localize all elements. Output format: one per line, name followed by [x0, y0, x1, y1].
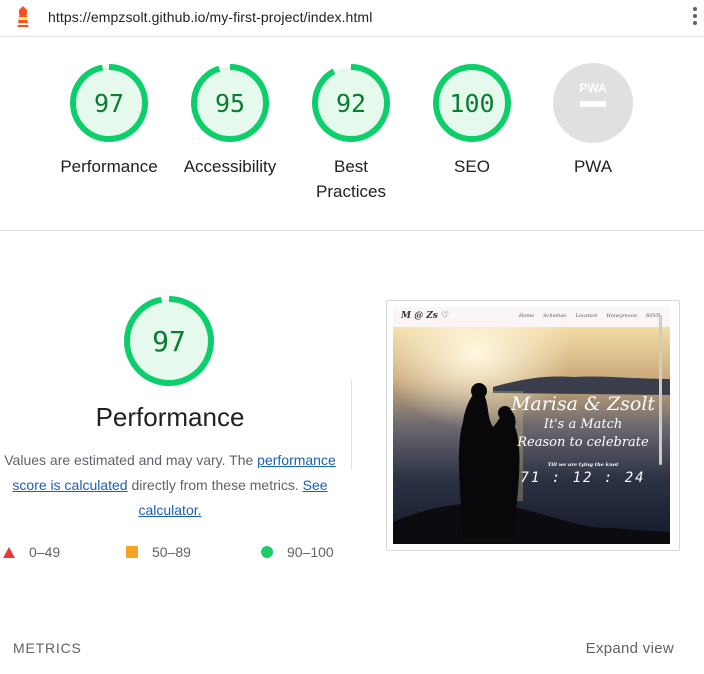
site-countdown: 71 : 12 : 24 — [520, 470, 646, 486]
best-practices-score-value: 92 — [336, 89, 366, 118]
seo-gauge-ring: 100 — [433, 64, 511, 142]
site-nav-location: Location — [575, 313, 598, 319]
site-navbar: M @ Zs ♡ Home Schedule Location Honeymoon RS… — [393, 307, 670, 327]
expand-view-toggle[interactable]: Expand view — [586, 640, 674, 657]
section-divider — [0, 230, 704, 231]
legend-fail: 0–49 — [3, 544, 60, 560]
pwa-badge-text: PWA — [579, 81, 607, 95]
final-screenshot[interactable]: M @ Zs ♡ Home Schedule Location Honeymoon RS… — [386, 300, 680, 551]
gauge-pwa[interactable]: PWA PWA — [533, 62, 653, 179]
seo-label: SEO — [454, 157, 490, 176]
site-hero-subtitle-2: Reason to celebrate — [517, 435, 649, 450]
site-nav-links: Home Schedule Location Honeymoon RSVP — [510, 313, 660, 319]
best-practices-gauge-ring: 92 — [312, 64, 390, 142]
seo-score-value: 100 — [449, 89, 494, 118]
average-square-icon — [126, 546, 138, 558]
page-url: https://empzsolt.github.io/my-first-proj… — [48, 9, 373, 25]
pwa-gauge-ring: PWA — [553, 63, 633, 143]
fail-triangle-icon — [3, 546, 15, 558]
site-nav-home: Home — [519, 313, 535, 319]
site-hero-title: Marisa & Zsolt — [510, 393, 656, 415]
desc-text: Values are estimated and may vary. The — [4, 452, 258, 468]
screenshot-image: M @ Zs ♡ Home Schedule Location Honeymoon RS… — [393, 307, 670, 544]
accessibility-score-value: 95 — [215, 89, 245, 118]
performance-gauge-ring: 97 — [70, 64, 148, 142]
metrics-heading: METRICS — [13, 640, 82, 656]
gauge-accessibility[interactable]: 95 Accessibility — [170, 62, 290, 179]
legend-pass-range: 90–100 — [287, 544, 334, 560]
desc-text-2: directly from these metrics. — [127, 477, 303, 493]
accessibility-label: Accessibility — [183, 157, 277, 176]
pwa-label: PWA — [573, 157, 613, 176]
performance-label: Performance — [60, 157, 158, 176]
site-nav-schedule: Schedule — [543, 313, 567, 319]
lighthouse-icon — [17, 6, 29, 27]
performance-title: Performance — [95, 402, 245, 432]
accessibility-gauge-ring: 95 — [191, 64, 269, 142]
pass-circle-icon — [261, 546, 273, 558]
performance-description: Values are estimated and may vary. The p… — [0, 448, 340, 523]
kebab-menu-icon[interactable] — [692, 7, 698, 29]
site-nav-honeymoon: Honeymoon — [606, 313, 637, 319]
legend-average-range: 50–89 — [152, 544, 191, 560]
legend-fail-range: 0–49 — [29, 544, 61, 560]
site-hero-subtitle-1: It's a Match — [543, 417, 623, 432]
site-hero-text: Marisa & Zsolt It's a Match Reason to ce… — [503, 392, 663, 486]
url-bar: https://empzsolt.github.io/my-first-proj… — [0, 0, 704, 37]
vertical-divider — [351, 380, 352, 470]
performance-score-gauge: 97 — [124, 296, 214, 386]
best-practices-label: Best Practices — [316, 157, 386, 201]
gauge-performance[interactable]: 97 Performance — [49, 62, 169, 179]
screenshot-scrollbar — [659, 315, 662, 465]
gauge-seo[interactable]: 100 SEO — [412, 62, 532, 179]
site-countdown-label: Till we are tying the knot — [547, 462, 619, 468]
site-brand: M @ Zs ♡ — [401, 311, 450, 321]
performance-score-value: 97 — [94, 89, 124, 118]
performance-score-value: 97 — [152, 325, 186, 358]
pwa-dash-icon — [580, 101, 606, 107]
legend-pass: 90–100 — [261, 544, 334, 560]
gauge-best-practices[interactable]: 92 Best Practices — [291, 62, 411, 204]
legend-average: 50–89 — [126, 544, 191, 560]
site-nav-rsvp: RSVP — [645, 313, 660, 319]
